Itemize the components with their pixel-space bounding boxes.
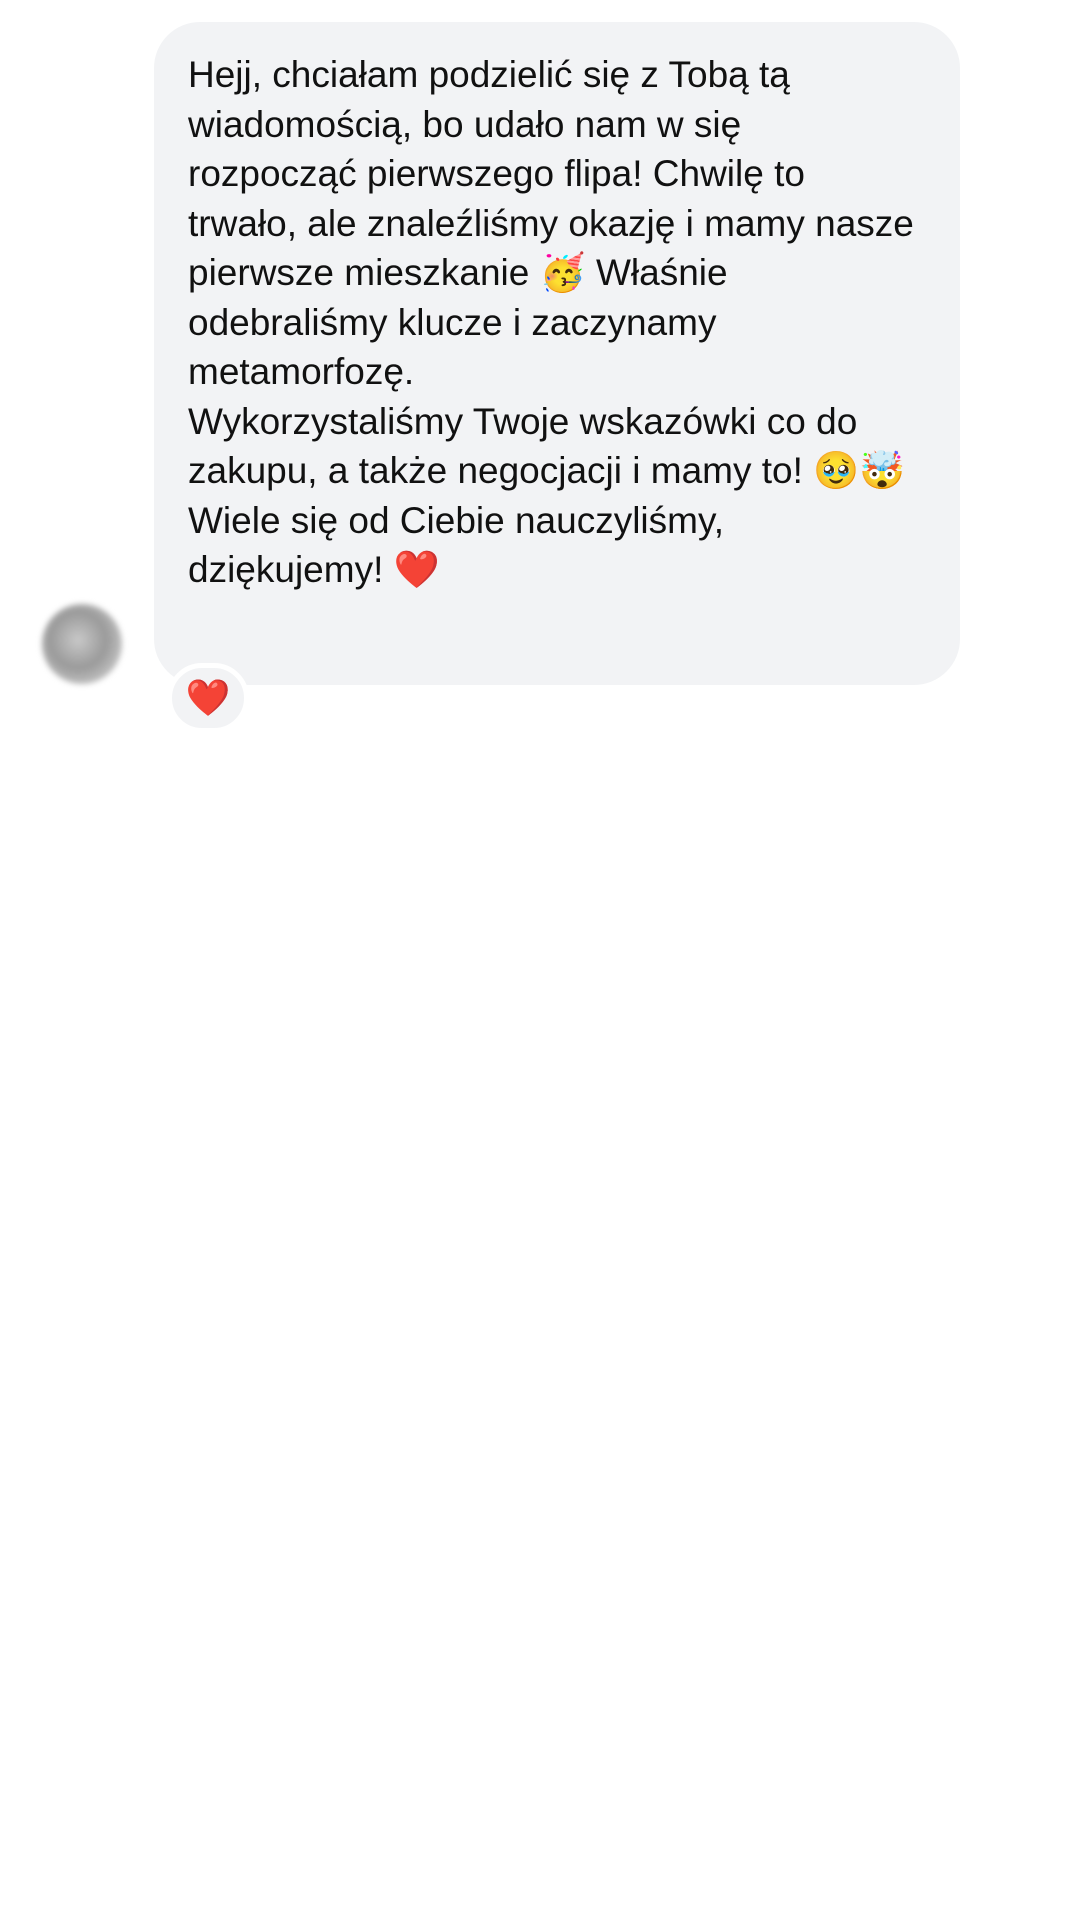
message-paragraph-2: Wykorzystaliśmy Twoje wskazówki co do za… — [188, 400, 906, 492]
chat-screen: Hejj, chciałam podzielić się z Tobą tą w… — [0, 0, 1080, 1920]
message-bubble[interactable]: Hejj, chciałam podzielić się z Tobą tą w… — [154, 22, 960, 685]
message-paragraph-3: Wiele się od Ciebie nauczyliśmy, dziękuj… — [188, 499, 735, 591]
heart-icon: ❤️ — [185, 677, 231, 718]
message-paragraph-1: Hejj, chciałam podzielić się z Tobą tą w… — [188, 54, 925, 392]
sender-avatar[interactable] — [42, 604, 122, 684]
heart-reaction-badge[interactable]: ❤️ — [167, 663, 249, 733]
